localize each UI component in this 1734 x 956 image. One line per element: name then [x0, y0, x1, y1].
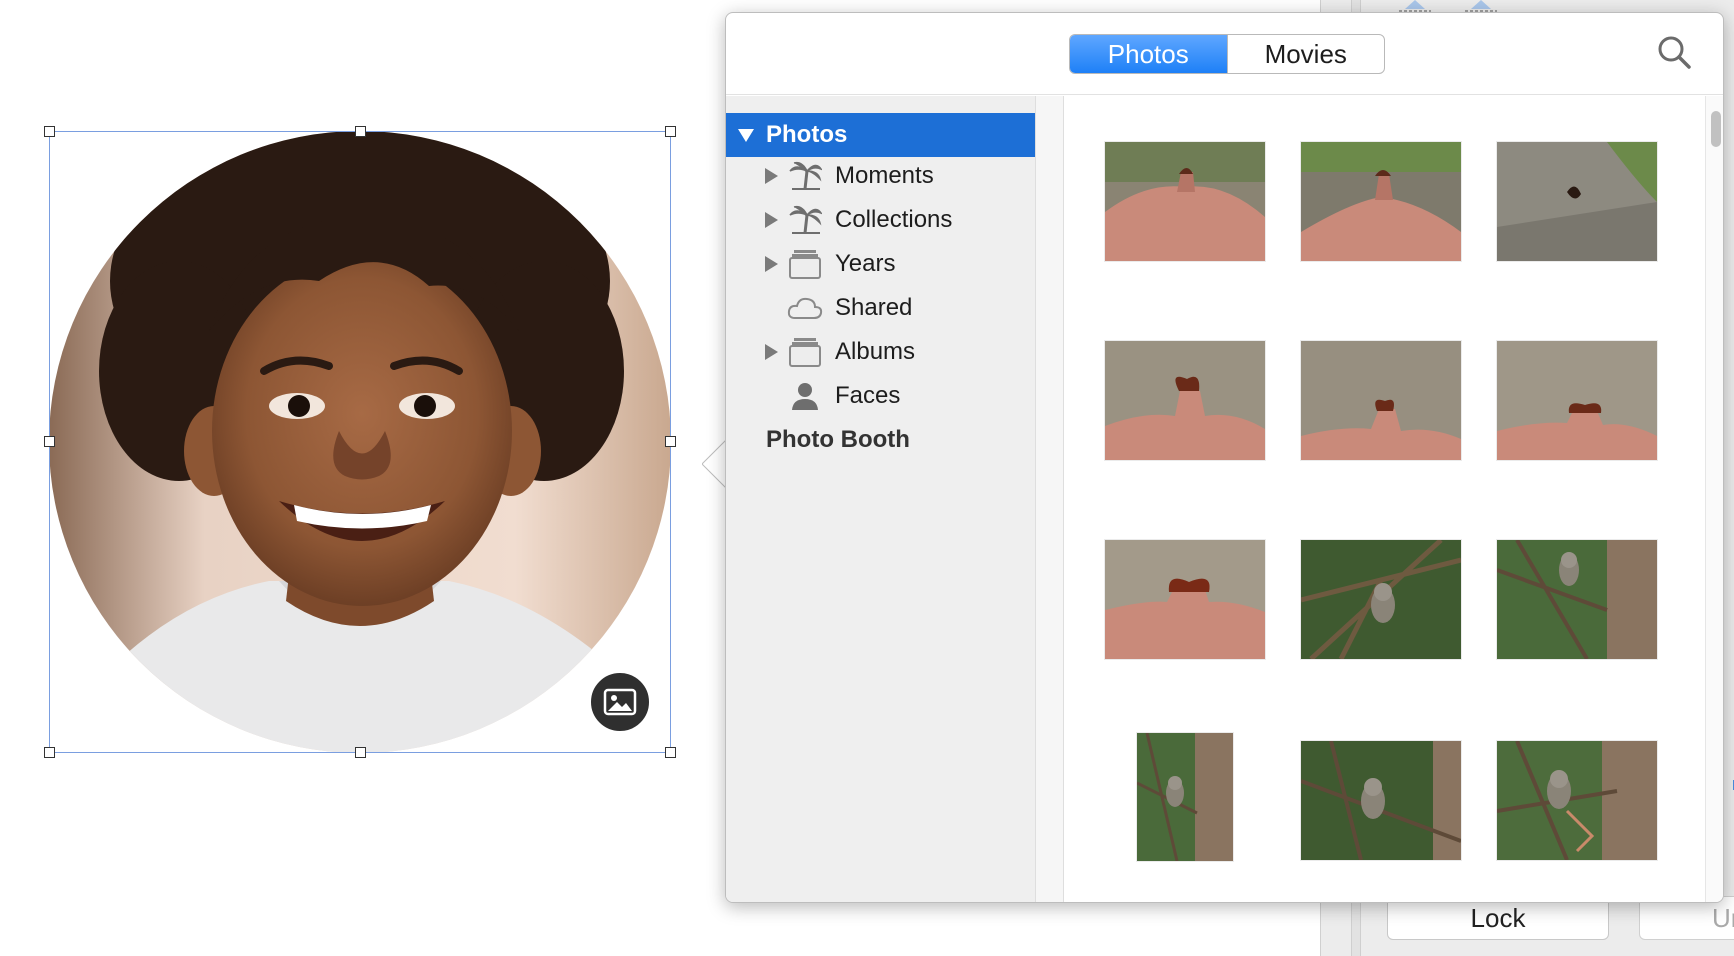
- sidebar-item-collections[interactable]: Collections: [726, 198, 1035, 242]
- image-selection-frame: [49, 131, 671, 753]
- photo-grid: [1065, 96, 1705, 902]
- search-button[interactable]: [1654, 32, 1694, 72]
- sidebar-item-label: Years: [835, 250, 896, 277]
- sidebar-divider[interactable]: [1035, 96, 1064, 902]
- sidebar-item-faces[interactable]: Faces: [726, 374, 1035, 418]
- media-picker-button[interactable]: [589, 671, 651, 733]
- disclosure-down-icon[interactable]: [736, 125, 756, 145]
- photo-thumbnail[interactable]: [1301, 540, 1461, 659]
- sidebar-item-label: Moments: [835, 162, 934, 189]
- photo-thumbnail[interactable]: [1105, 142, 1265, 261]
- disclosure-right-icon[interactable]: [761, 210, 781, 230]
- sidebar-item-label: Photos: [766, 121, 848, 148]
- photo-thumbnail[interactable]: [1301, 142, 1461, 261]
- disclosure-right-icon[interactable]: [761, 166, 781, 186]
- palm-tree-icon: [787, 204, 823, 236]
- photo-thumbnail[interactable]: [1497, 540, 1657, 659]
- media-type-segmented-control: Photos Movies: [1069, 34, 1385, 74]
- image-icon: [603, 688, 637, 716]
- sidebar-item-label: Shared: [835, 294, 913, 321]
- popover-header: Photos Movies: [726, 13, 1723, 95]
- sidebar-item-label: Collections: [835, 206, 953, 233]
- magnifying-glass-icon: [1658, 36, 1691, 69]
- sidebar-item-albums[interactable]: Albums: [726, 330, 1035, 374]
- disclosure-right-icon[interactable]: [761, 342, 781, 362]
- grid-scrollbar[interactable]: [1705, 96, 1723, 902]
- source-list: Photos Moments Collections Years Shared …: [726, 96, 1035, 902]
- keynote-window: Lock Un: [0, 0, 1734, 956]
- photo-thumbnail[interactable]: [1497, 741, 1657, 860]
- resize-handle-bottom-right[interactable]: [665, 747, 676, 758]
- resize-handle-top[interactable]: [355, 126, 366, 137]
- segment-movies[interactable]: Movies: [1226, 35, 1385, 73]
- sidebar-item-label: Photo Booth: [766, 426, 910, 453]
- person-icon: [787, 380, 823, 412]
- stack-folder-icon: [787, 248, 823, 280]
- media-browser-popover: Photos Movies Photos Moments Collections…: [725, 12, 1724, 903]
- disclosure-right-icon[interactable]: [761, 254, 781, 274]
- photo-thumbnail[interactable]: [1497, 341, 1657, 460]
- resize-handle-top-right[interactable]: [665, 126, 676, 137]
- segment-photos[interactable]: Photos: [1070, 35, 1227, 73]
- cloud-icon: [787, 292, 823, 324]
- resize-handle-right[interactable]: [665, 436, 676, 447]
- photo-thumbnail[interactable]: [1105, 341, 1265, 460]
- sidebar-item-photos[interactable]: Photos: [726, 113, 1035, 157]
- sidebar-item-label: Albums: [835, 338, 916, 365]
- sidebar-item-years[interactable]: Years: [726, 242, 1035, 286]
- sidebar-item-shared[interactable]: Shared: [726, 286, 1035, 330]
- sidebar-item-label: Faces: [835, 382, 901, 409]
- sidebar-item-photo-booth[interactable]: Photo Booth: [726, 418, 1035, 462]
- photo-thumbnail[interactable]: [1137, 733, 1233, 861]
- photo-thumbnail[interactable]: [1497, 142, 1657, 261]
- resize-handle-bottom[interactable]: [355, 747, 366, 758]
- resize-handle-bottom-left[interactable]: [44, 747, 55, 758]
- photo-thumbnail[interactable]: [1105, 540, 1265, 659]
- resize-handle-left[interactable]: [44, 436, 55, 447]
- resize-handle-top-left[interactable]: [44, 126, 55, 137]
- scrollbar-thumb[interactable]: [1711, 111, 1721, 147]
- photo-thumbnail[interactable]: [1301, 741, 1461, 860]
- stack-folder-icon: [787, 336, 823, 368]
- photo-thumbnail[interactable]: [1301, 341, 1461, 460]
- palm-tree-icon: [787, 160, 823, 192]
- sidebar-item-moments[interactable]: Moments: [726, 154, 1035, 198]
